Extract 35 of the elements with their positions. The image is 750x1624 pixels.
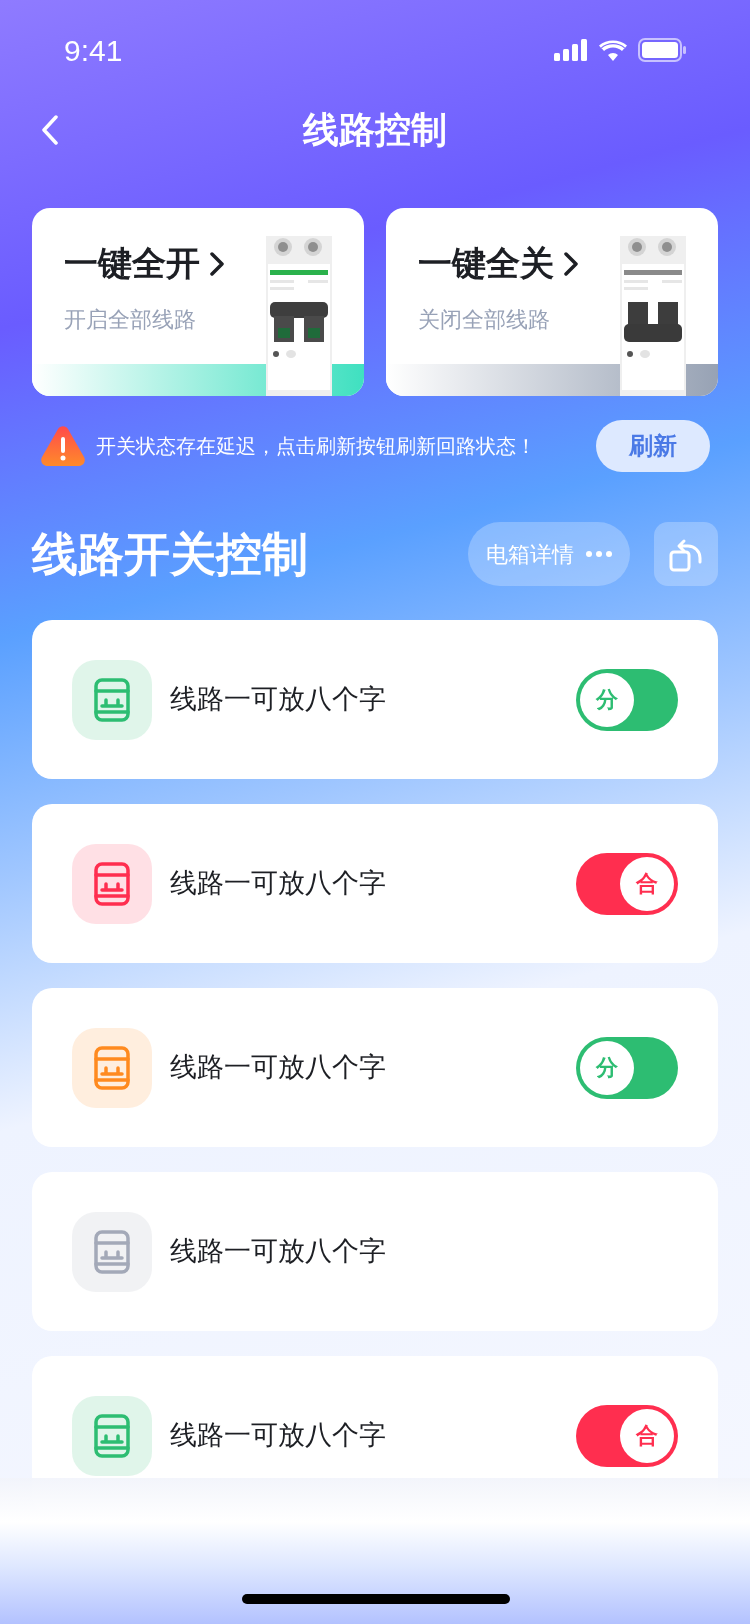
wifi-icon: [598, 39, 628, 61]
chevron-icon: [210, 251, 224, 276]
circuit-name: 线路一可放八个字: [170, 1051, 386, 1085]
action-subtitle: 开启全部线路: [64, 306, 196, 334]
cabinet-icon: [94, 1045, 130, 1090]
chevron-icon: [564, 251, 578, 276]
notice-text: 开关状态存在延迟，点击刷新按钮刷新回路状态！: [96, 434, 536, 459]
circuit-name: 线路一可放八个字: [170, 683, 386, 717]
battery-icon: [638, 38, 686, 62]
cabinet-icon: [94, 1413, 130, 1458]
warning-icon: [40, 425, 86, 467]
back-icon: [42, 115, 58, 145]
page-title: 线路控制: [303, 108, 447, 152]
action-title: 一键全开: [64, 243, 200, 284]
cabinet-icon: [94, 1229, 130, 1274]
circuit-name: 线路一可放八个字: [170, 867, 386, 901]
action-subtitle: 关闭全部线路: [418, 306, 550, 334]
section-title: 线路开关控制: [32, 526, 308, 582]
signal-icon: [554, 39, 588, 61]
refresh-button[interactable]: 刷新: [596, 420, 710, 472]
circuit-name: 线路一可放八个字: [170, 1235, 386, 1269]
cabinet-icon: [94, 677, 130, 722]
toggle-switch[interactable]: 分: [576, 1036, 678, 1099]
action-title: 一键全关: [418, 243, 554, 284]
toggle-switch[interactable]: 合: [576, 852, 678, 915]
circuit-name: 线路一可放八个字: [170, 1419, 386, 1453]
quick-action-card[interactable]: 一键全开 开启全部线路: [32, 208, 364, 396]
cabinet-icon: [94, 861, 130, 906]
toggle-switch[interactable]: 分: [576, 668, 678, 731]
more-icon: [586, 551, 612, 557]
rotate-button[interactable]: [654, 522, 718, 586]
quick-action-card[interactable]: 一键全关 关闭全部线路: [386, 208, 718, 396]
details-button[interactable]: 电箱详情: [468, 522, 630, 586]
status-time: 9:41: [64, 32, 123, 69]
toggle-switch[interactable]: 合: [576, 1404, 678, 1467]
